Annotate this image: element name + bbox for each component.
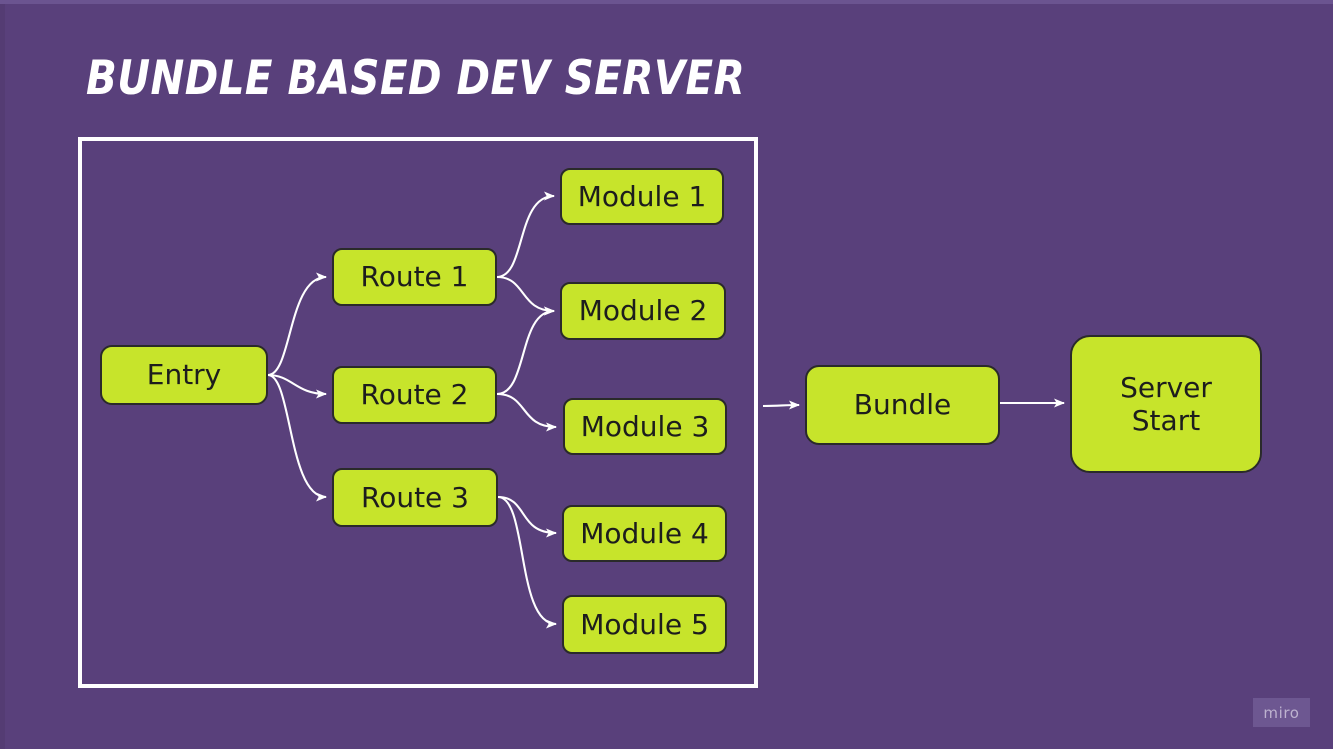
slide-canvas: BUNDLE BASED DEV SERVER Entry Route 1 Ro…	[0, 0, 1333, 749]
node-bundle-label: Bundle	[853, 388, 952, 422]
node-module-4[interactable]: Module 4	[562, 505, 727, 562]
miro-watermark: miro	[1253, 698, 1310, 727]
node-module-5-label: Module 5	[580, 607, 709, 641]
node-route-3[interactable]: Route 3	[332, 468, 498, 527]
node-server-start-label: Server Start	[1120, 370, 1212, 437]
node-module-1[interactable]: Module 1	[560, 168, 724, 225]
node-module-3-label: Module 3	[580, 409, 710, 443]
node-entry-label: Entry	[146, 358, 222, 392]
canvas-left-edge	[0, 0, 5, 749]
node-module-4-label: Module 4	[580, 516, 709, 550]
node-module-2-label: Module 2	[578, 294, 708, 328]
node-bundle[interactable]: Bundle	[805, 365, 1000, 445]
node-route-2-label: Route 2	[360, 378, 469, 412]
node-route-1-label: Route 1	[360, 260, 469, 294]
node-module-1-label: Module 1	[577, 179, 707, 213]
node-module-3[interactable]: Module 3	[563, 398, 727, 455]
node-module-2[interactable]: Module 2	[560, 282, 726, 340]
node-route-2[interactable]: Route 2	[332, 366, 497, 424]
node-server-start[interactable]: Server Start	[1070, 335, 1262, 473]
node-module-5[interactable]: Module 5	[562, 595, 727, 654]
canvas-top-edge	[0, 0, 1333, 4]
page-title: BUNDLE BASED DEV SERVER	[86, 51, 746, 106]
edge-graph-bundle	[762, 400, 800, 410]
node-route-1[interactable]: Route 1	[332, 248, 497, 306]
node-route-3-label: Route 3	[361, 480, 469, 514]
miro-watermark-label: miro	[1263, 703, 1300, 722]
node-entry[interactable]: Entry	[100, 345, 268, 405]
